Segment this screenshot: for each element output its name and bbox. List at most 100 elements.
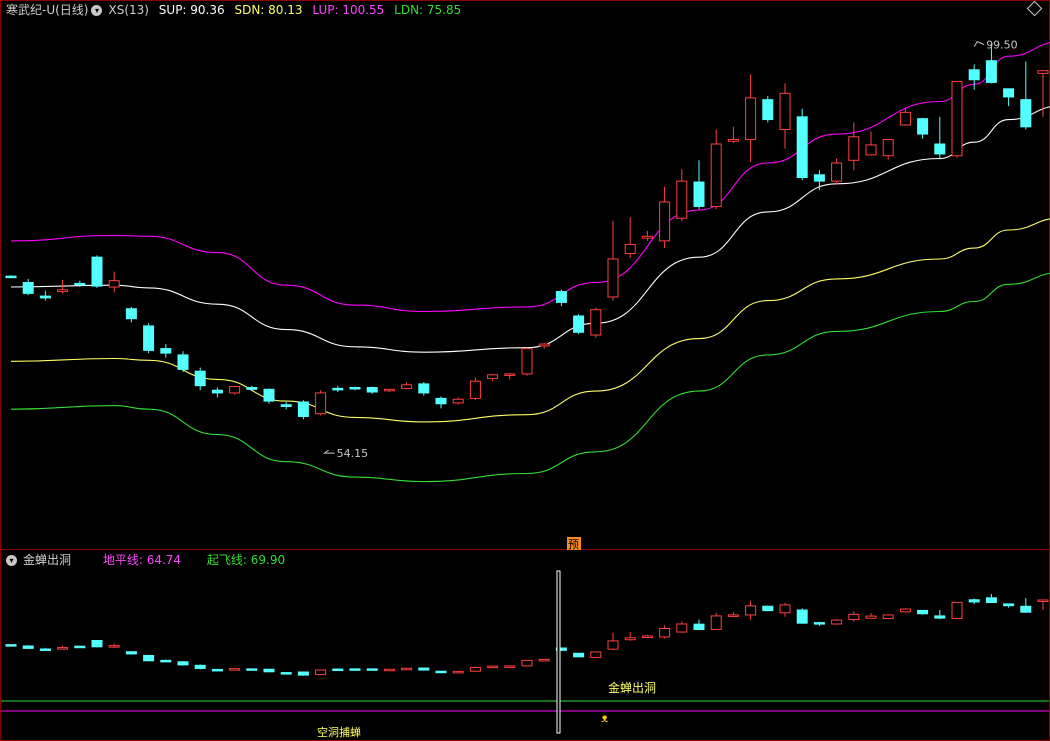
sub-candle-up (641, 635, 653, 638)
candle-up (108, 280, 120, 288)
high-label: 99.50 (986, 39, 1018, 52)
candle-down (297, 401, 309, 417)
candle-up (624, 243, 636, 255)
candle-up (469, 380, 481, 399)
candle-up (229, 386, 241, 394)
sub-candle-down (796, 609, 808, 624)
candle-up (745, 97, 757, 140)
candle-up (882, 138, 894, 157)
candle-down (366, 387, 378, 393)
sub-candle-down (573, 652, 585, 658)
candle-down (934, 143, 946, 155)
sub-candle-down (160, 659, 172, 663)
sub-candle-up (469, 666, 481, 672)
sub-candle-down (332, 668, 344, 672)
candle-up (641, 235, 653, 239)
candle-down (194, 370, 206, 387)
candle-up (848, 136, 860, 161)
low-marker (323, 449, 335, 454)
candle-down (349, 387, 361, 390)
ldn-line (10, 272, 1050, 483)
candle-down (91, 256, 103, 287)
sub-candle-down (813, 622, 825, 625)
candle-down (211, 389, 223, 394)
sub-candle-up (504, 665, 516, 668)
candle-up (504, 373, 516, 376)
sub-candle-down (917, 609, 929, 615)
sub-candle-down (297, 671, 309, 676)
candle-down (985, 60, 997, 83)
sub-candle-down (91, 640, 103, 648)
sub-candle-down (435, 670, 447, 674)
sub-candle-down (143, 654, 155, 662)
candle-down (418, 383, 430, 394)
sub-candle-up (710, 615, 722, 630)
candle-down (22, 282, 34, 294)
candle-down (968, 69, 980, 81)
sub-candle-down (418, 667, 430, 671)
candle-down (813, 174, 825, 182)
sub-candle-up (487, 665, 499, 669)
sub-candle-down (194, 664, 206, 669)
sub-candle-up (951, 601, 963, 619)
sub-candle-down (366, 668, 378, 671)
high-marker (973, 40, 985, 47)
sub-candle-up (624, 637, 636, 641)
sub-candle-up (882, 614, 894, 619)
sub-candle-down (74, 645, 86, 649)
sub-panel (1, 570, 1049, 734)
candle-up (951, 81, 963, 157)
sub-candle-up (899, 608, 911, 613)
sub-candle-up (727, 614, 739, 617)
candle-up (659, 201, 671, 242)
sub-candle-up (831, 619, 843, 625)
sub-candle-up (452, 670, 464, 674)
candle-down (762, 99, 774, 121)
candle-down (143, 325, 155, 351)
candle-up (831, 162, 843, 182)
candle-up (538, 343, 550, 347)
sub-candle-up (848, 613, 860, 620)
candle-down (693, 181, 705, 207)
bear-signal-label: 空洞捕蝉 (317, 725, 361, 739)
candle-down (263, 388, 275, 402)
candle-down (1020, 99, 1032, 128)
sub-candle-up (779, 604, 791, 614)
candle-down (1003, 88, 1015, 98)
candle-down (332, 387, 344, 391)
candle-down (435, 397, 447, 405)
candle-down (5, 275, 17, 279)
lup-line (10, 42, 1050, 313)
main-candles (5, 43, 1049, 420)
sub-candle-down (934, 615, 946, 619)
candle-up (487, 374, 499, 379)
candle-up (57, 289, 69, 293)
sub-candle-down (263, 668, 275, 673)
sup-line (10, 106, 1050, 353)
candle-up (452, 398, 464, 404)
candle-down (74, 282, 86, 286)
candle-up (383, 388, 395, 392)
sub-candle-down (5, 644, 17, 647)
sub-candle-up (229, 668, 241, 671)
candle-up (710, 143, 722, 207)
sub-candle-down (125, 651, 137, 655)
candle-down (177, 354, 189, 370)
sub-candle-up (865, 615, 877, 619)
candle-down (796, 116, 808, 178)
candle-down (125, 308, 137, 320)
candle-down (160, 348, 172, 354)
sub-candle-up (383, 668, 395, 672)
candle-down (573, 315, 585, 333)
sub-candle-up (745, 605, 757, 616)
sub-candle-down (280, 672, 292, 675)
sub-candle-down (762, 605, 774, 612)
candle-up (865, 144, 877, 156)
sub-candle-up (659, 628, 671, 638)
sub-candle-up (607, 640, 619, 650)
sub-candle-down (349, 668, 361, 671)
candle-up (315, 392, 327, 415)
candle-up (676, 180, 688, 219)
forecast-badge[interactable]: 预 (568, 538, 579, 551)
sub-candle-down (693, 623, 705, 630)
